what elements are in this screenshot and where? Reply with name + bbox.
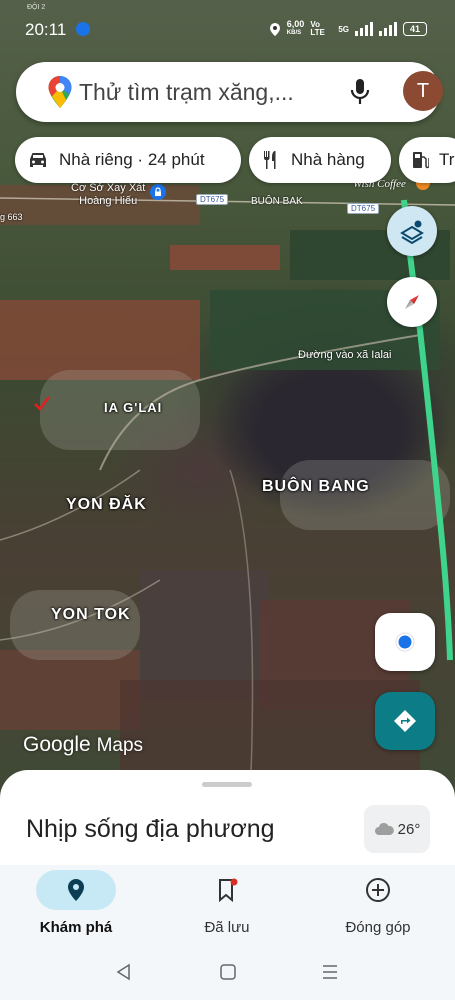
my-location-icon xyxy=(395,632,415,652)
5g-label: 5G xyxy=(338,24,349,34)
volte-label: Vo LTE xyxy=(310,20,325,37)
nav-contribute-label: Đóng góp xyxy=(345,919,411,936)
search-input[interactable]: Thử tìm trạm xăng,... xyxy=(79,79,294,106)
chip-restaurants[interactable]: Nhà hàng xyxy=(249,137,391,183)
bottom-sheet[interactable]: Nhịp sống địa phương 26° xyxy=(0,770,455,865)
layers-button[interactable] xyxy=(387,206,437,256)
nav-explore-label: Khám phá xyxy=(39,919,113,936)
layers-icon xyxy=(400,220,424,244)
chip-home-route-label: Nhà riêng · 24 phút xyxy=(59,150,205,169)
sheet-title: Nhịp sống địa phương xyxy=(26,815,275,843)
app-notification-icon xyxy=(76,22,90,36)
weather-chip[interactable]: 26° xyxy=(364,805,430,853)
google-maps-pin-icon xyxy=(48,76,72,108)
compass-icon xyxy=(405,295,419,309)
fork-knife-icon xyxy=(264,151,276,169)
directions-icon xyxy=(394,710,416,732)
place-label-ia-glai[interactable]: IA G'LAI xyxy=(104,400,162,415)
temperature-label: 26° xyxy=(397,820,421,838)
car-icon xyxy=(30,153,46,167)
nav-explore[interactable]: Khám phá xyxy=(16,865,136,936)
status-time: 20:11 xyxy=(25,20,67,39)
sheet-drag-handle[interactable] xyxy=(202,782,252,787)
bottom-navigation: Khám phá Đã lưu Đóng góp xyxy=(0,865,455,945)
road-shield-dt675: DT675 xyxy=(196,194,229,205)
back-icon[interactable] xyxy=(115,963,133,981)
directions-button[interactable] xyxy=(375,692,435,750)
road-label-663: g 663 xyxy=(0,212,23,222)
nav-contribute-pill xyxy=(338,870,418,910)
place-label-buon-bak: BUÔN BAK xyxy=(251,196,303,207)
carrier-label: ĐỘI 2 xyxy=(27,4,46,11)
battery-icon: 41 xyxy=(403,22,427,36)
nav-saved-pill xyxy=(187,870,267,910)
system-navigation-bar xyxy=(0,945,455,1000)
place-label-yon-tok[interactable]: YON TOK xyxy=(51,606,131,624)
nav-contribute[interactable]: Đóng góp xyxy=(318,865,438,936)
location-pin-icon xyxy=(68,879,84,901)
place-label-buon-bang[interactable]: BUÔN BANG xyxy=(262,478,370,496)
nav-explore-pill xyxy=(36,870,116,910)
cloud-icon xyxy=(374,822,394,835)
microphone-icon[interactable] xyxy=(349,78,371,106)
my-location-button[interactable] xyxy=(375,613,435,671)
recents-menu-icon[interactable] xyxy=(321,963,339,981)
google-wordmark: Google xyxy=(23,733,91,756)
google-maps-logo: Google Maps xyxy=(23,733,143,757)
place-label-yon-dak[interactable]: YON ĐĂK xyxy=(66,496,147,514)
bookmark-icon xyxy=(219,878,238,902)
chip-gas-station-label: Tr xyxy=(439,150,455,169)
nav-saved[interactable]: Đã lưu xyxy=(167,865,287,936)
signal-icon xyxy=(379,22,397,36)
search-bar[interactable]: Thử tìm trạm xăng,... T xyxy=(16,62,443,122)
chip-gas-station[interactable]: Tr xyxy=(399,137,455,183)
gas-station-icon xyxy=(413,152,429,169)
status-bar: ĐỘI 2 20:11 6,00 KB/S Vo LTE 5G 41 xyxy=(0,0,455,55)
status-icons: 6,00 KB/S Vo LTE 5G 41 xyxy=(269,20,427,38)
road-label-ialai: Đường vào xã Ialai xyxy=(298,349,392,361)
signal-icon xyxy=(355,22,373,36)
lock-pin-icon[interactable] xyxy=(150,184,166,200)
speed-value: 6,00 xyxy=(286,19,305,29)
maps-wordmark: Maps xyxy=(96,735,144,756)
chip-home-route[interactable]: Nhà riêng · 24 phút xyxy=(15,137,241,183)
account-avatar[interactable]: T xyxy=(403,71,443,111)
nav-saved-label: Đã lưu xyxy=(204,919,250,936)
network-speed: 6,00 KB/S xyxy=(287,20,305,38)
speed-unit: KB/S xyxy=(286,30,302,36)
road-shield-dt675: DT675 xyxy=(347,203,380,214)
chip-restaurants-label: Nhà hàng xyxy=(291,150,365,169)
place-label-rice-mill[interactable]: Cơ Sở Xay Xát Hoàng Hiếu xyxy=(71,182,145,208)
home-icon[interactable] xyxy=(219,963,237,981)
compass-button[interactable] xyxy=(387,277,437,327)
add-circle-icon xyxy=(366,878,390,902)
location-icon xyxy=(269,22,280,36)
